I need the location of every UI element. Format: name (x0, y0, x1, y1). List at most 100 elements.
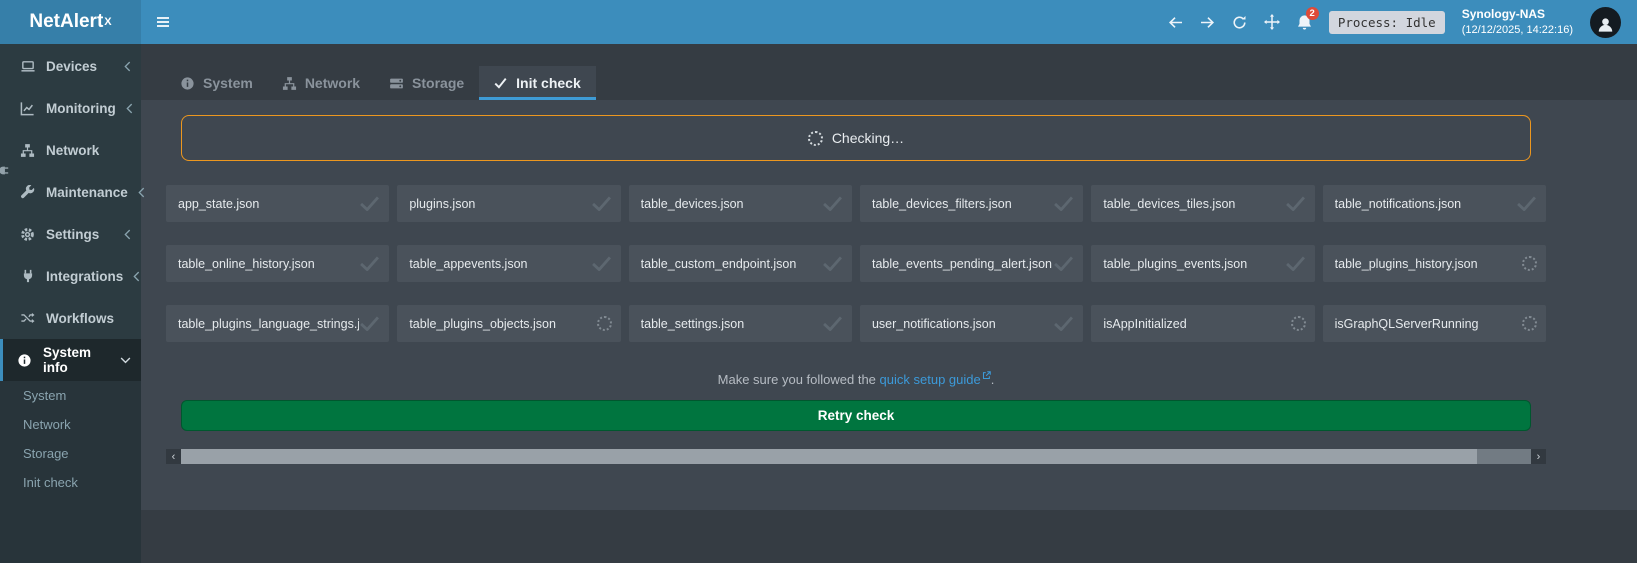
top-navbar: NetAlertX 2 Process: Idle Synology-NAS (… (0, 0, 1637, 44)
brand-sup: X (104, 16, 111, 28)
sidebar-item-label: Workflows (46, 311, 114, 326)
check-icon (1285, 196, 1306, 211)
scrollbar-track[interactable] (181, 449, 1531, 464)
check-item: table_appevents.json (397, 245, 620, 282)
wrench-icon (19, 185, 36, 200)
check-icon (359, 316, 380, 331)
refresh-icon[interactable] (1232, 15, 1247, 30)
tab-init-check[interactable]: Init check (479, 66, 596, 100)
check-icon (359, 256, 380, 271)
sidebar-subitem-system[interactable]: System (0, 381, 141, 410)
move-icon[interactable] (1264, 14, 1280, 30)
check-icon (591, 196, 612, 211)
process-status-badge: Process: Idle (1329, 11, 1445, 34)
sidebar-submenu: SystemNetworkStorageInit check (0, 381, 141, 497)
tab-network[interactable]: Network (268, 66, 375, 100)
check-item: table_plugins_history.json (1323, 245, 1546, 282)
sidebar-item-workflows[interactable]: Workflows (0, 297, 141, 339)
check-item-label: table_devices_filters.json (872, 197, 1012, 211)
plug-edge-icon (0, 164, 9, 177)
retry-check-button[interactable]: Retry check (181, 400, 1531, 431)
sidebar: Devices Monitoring Network Mainten (0, 44, 141, 563)
check-item: app_state.json (166, 185, 389, 222)
setup-note: Make sure you followed the quick setup g… (166, 368, 1546, 387)
scroll-right-button[interactable]: › (1531, 449, 1546, 464)
check-icon (1516, 196, 1537, 211)
sidebar-subitem-init-check[interactable]: Init check (0, 468, 141, 497)
check-item-label: table_plugins_objects.json (409, 317, 556, 331)
tab-label: Init check (516, 75, 581, 91)
checking-alert: Checking… (181, 115, 1531, 161)
init-check-panel: Checking… app_state.json plugins.json tabl… (141, 100, 1637, 510)
gear-icon (19, 227, 36, 242)
sidebar-item-label: System info (43, 345, 108, 375)
sidebar-item-label: Settings (46, 227, 99, 242)
check-icon (822, 256, 843, 271)
check-item-label: isGraphQLServerRunning (1335, 317, 1479, 331)
spinner-icon (1522, 256, 1537, 271)
plug-icon (19, 269, 36, 283)
chevron-left-icon (133, 271, 140, 282)
tab-label: Storage (412, 75, 464, 91)
check-item: table_devices_tiles.json (1091, 185, 1314, 222)
sidebar-item-integrations[interactable]: Integrations (0, 255, 141, 297)
sidebar-item-label: Maintenance (46, 185, 128, 200)
check-item-label: table_plugins_events.json (1103, 257, 1247, 271)
shuffle-icon (19, 311, 36, 325)
check-item-label: isAppInitialized (1103, 317, 1186, 331)
tab-storage[interactable]: Storage (375, 66, 479, 100)
topbar-actions: 2 Process: Idle Synology-NAS (12/12/2025… (1168, 0, 1637, 44)
check-item-label: table_custom_endpoint.json (641, 257, 797, 271)
sidebar-item-system-info[interactable]: System info (0, 339, 141, 381)
check-item: table_events_pending_alert.json (860, 245, 1083, 282)
sidebar-item-monitoring[interactable]: Monitoring (0, 87, 141, 129)
check-item-label: table_devices_tiles.json (1103, 197, 1235, 211)
sidebar-item-devices[interactable]: Devices (0, 45, 141, 87)
check-item-label: table_plugins_history.json (1335, 257, 1478, 271)
scroll-left-button[interactable]: ‹ (166, 449, 181, 464)
tab-label: Network (305, 75, 360, 91)
host-name: Synology-NAS (1462, 7, 1573, 23)
notification-badge: 2 (1306, 7, 1319, 21)
setup-note-prefix: Make sure you followed the (718, 372, 880, 387)
check-item: table_settings.json (629, 305, 852, 342)
info-circle-icon (180, 76, 195, 91)
check-icon (591, 256, 612, 271)
check-item: isAppInitialized (1091, 305, 1314, 342)
check-item-label: table_settings.json (641, 317, 745, 331)
app-logo[interactable]: NetAlertX (0, 0, 141, 44)
check-icon (493, 76, 508, 90)
notifications-bell[interactable]: 2 (1297, 14, 1312, 31)
sidebar-item-settings[interactable]: Settings (0, 213, 141, 255)
back-arrow-icon[interactable] (1168, 16, 1183, 29)
main-content: System Network Storage Init check (141, 44, 1637, 563)
sidebar-item-maintenance[interactable]: Maintenance (0, 171, 141, 213)
quick-setup-guide-link[interactable]: quick setup guide (880, 372, 991, 387)
check-icon (1053, 316, 1074, 331)
host-timestamp: (12/12/2025, 14:22:16) (1462, 23, 1573, 37)
chevron-left-icon (124, 229, 131, 240)
check-icon (1285, 256, 1306, 271)
check-item-label: table_events_pending_alert.json (872, 257, 1052, 271)
check-item: table_devices.json (629, 185, 852, 222)
chevron-down-icon (120, 357, 131, 364)
sidebar-subitem-storage[interactable]: Storage (0, 439, 141, 468)
check-icon (359, 196, 380, 211)
check-item: table_custom_endpoint.json (629, 245, 852, 282)
devices-icon (19, 59, 36, 74)
scrollbar-thumb[interactable] (181, 449, 1477, 464)
sidebar-subitem-network[interactable]: Network (0, 410, 141, 439)
chevron-left-icon (126, 103, 133, 114)
user-avatar[interactable] (1590, 7, 1621, 38)
external-link-icon (982, 368, 991, 383)
sidebar-item-network[interactable]: Network (0, 129, 141, 171)
forward-arrow-icon[interactable] (1200, 16, 1215, 29)
sidebar-item-label: Integrations (46, 269, 123, 284)
sidebar-toggle-button[interactable] (141, 0, 185, 44)
brand-name: NetAlert (29, 11, 103, 33)
check-item-label: table_plugins_language_strings.json (178, 317, 359, 331)
check-item-label: plugins.json (409, 197, 475, 211)
tab-system[interactable]: System (166, 66, 268, 100)
hamburger-icon (155, 14, 171, 30)
check-item-label: table_appevents.json (409, 257, 527, 271)
